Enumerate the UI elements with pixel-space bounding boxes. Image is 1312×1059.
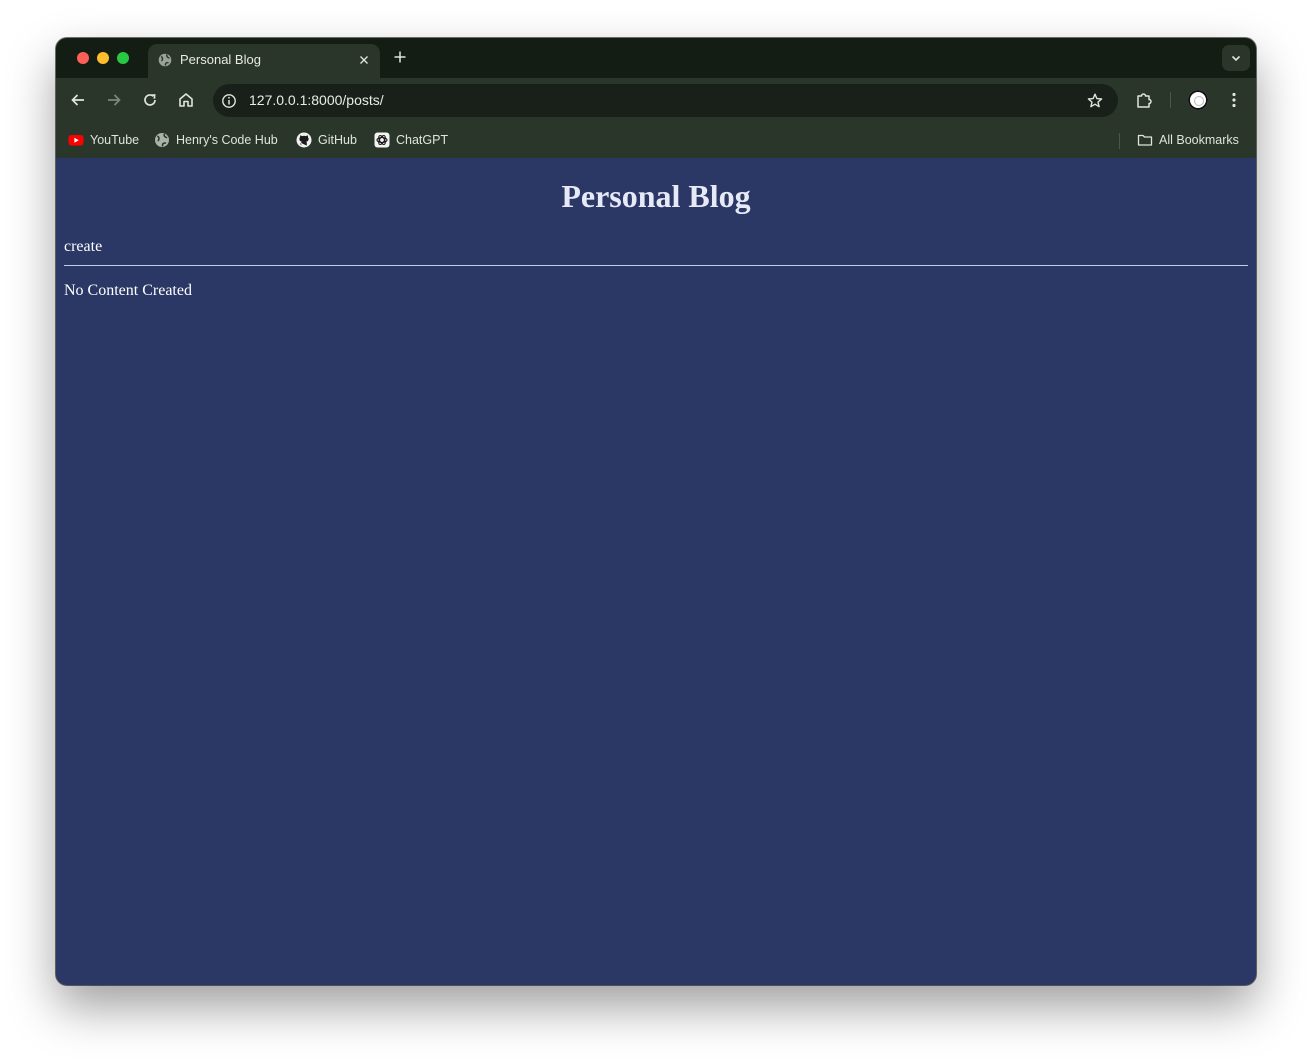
minimize-window-button[interactable] xyxy=(97,52,109,64)
bookmark-label: GitHub xyxy=(318,133,357,147)
page-viewport: Personal Blog create No Content Created xyxy=(56,158,1256,985)
bookmark-label: Henry's Code Hub xyxy=(176,133,278,147)
browser-toolbar: 127.0.0.1:8000/posts/ xyxy=(56,78,1256,122)
zoom-window-button[interactable] xyxy=(117,52,129,64)
bookmarks-divider xyxy=(1119,133,1120,149)
forward-arrow-icon[interactable] xyxy=(104,90,124,110)
bookmark-chatgpt[interactable]: ChatGPT xyxy=(374,130,448,150)
globe-icon xyxy=(158,53,172,67)
back-arrow-icon[interactable] xyxy=(68,90,88,110)
kebab-menu-icon[interactable] xyxy=(1224,90,1244,110)
url-text[interactable]: 127.0.0.1:8000/posts/ xyxy=(249,92,384,108)
horizontal-divider xyxy=(64,265,1248,266)
address-bar[interactable]: 127.0.0.1:8000/posts/ xyxy=(213,84,1118,117)
github-icon xyxy=(296,132,312,148)
close-window-button[interactable] xyxy=(77,52,89,64)
bookmark-label: ChatGPT xyxy=(396,133,449,147)
bookmark-henrys-code-hub[interactable]: Henry's Code Hub xyxy=(154,130,278,150)
page-title: Personal Blog xyxy=(561,178,751,214)
bookmark-star-icon[interactable] xyxy=(1086,92,1104,110)
all-bookmarks-label: All Bookmarks xyxy=(1159,133,1239,147)
extensions-puzzle-icon[interactable] xyxy=(1134,90,1154,110)
globe-icon xyxy=(154,132,170,148)
chevron-down-icon xyxy=(1231,55,1241,62)
site-info-icon[interactable] xyxy=(221,93,237,109)
all-bookmarks-button[interactable]: All Bookmarks xyxy=(1137,130,1239,150)
youtube-icon xyxy=(68,132,84,148)
empty-state-message: No Content Created xyxy=(64,282,192,299)
toolbar-divider xyxy=(1170,92,1171,108)
close-tab-icon[interactable] xyxy=(356,52,372,68)
chatgpt-icon xyxy=(374,132,390,148)
profile-avatar[interactable] xyxy=(1188,90,1208,110)
create-post-link[interactable]: create xyxy=(64,238,102,256)
new-tab-plus-icon[interactable] xyxy=(392,49,408,65)
bookmarks-bar: YouTube Henry's Code Hub GitHub ChatGPT … xyxy=(56,122,1256,158)
tab-strip: Personal Blog xyxy=(56,38,1256,78)
tab-personal-blog[interactable]: Personal Blog xyxy=(148,44,380,78)
bookmark-label: YouTube xyxy=(90,133,140,147)
reload-icon[interactable] xyxy=(140,90,160,110)
tab-search-button[interactable] xyxy=(1222,45,1250,71)
folder-icon xyxy=(1137,132,1153,148)
tab-title: Personal Blog xyxy=(180,52,261,67)
home-icon[interactable] xyxy=(176,90,196,110)
bookmark-github[interactable]: GitHub xyxy=(296,130,357,150)
bookmark-youtube[interactable]: YouTube xyxy=(68,130,139,150)
browser-window: Personal Blog 127.0.0.1:8000/posts/ YouT… xyxy=(56,38,1256,985)
